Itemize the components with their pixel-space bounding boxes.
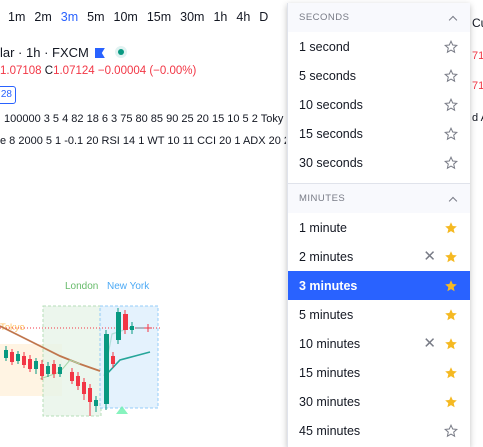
interval-option-label: 1 second xyxy=(299,39,350,54)
chevron-up-icon[interactable] xyxy=(448,13,458,23)
star-outline-icon[interactable] xyxy=(444,97,458,112)
right-title-fragment: Cu xyxy=(472,16,483,30)
symbol-legend[interactable]: lar · 1h · FXCM xyxy=(0,45,127,60)
interval-option[interactable]: 5 minutes xyxy=(288,300,470,329)
interval-option-label: 15 minutes xyxy=(299,365,361,380)
interval-4h[interactable]: 4h xyxy=(236,0,250,34)
close-label: C xyxy=(44,65,54,77)
star-outline-icon[interactable] xyxy=(444,68,458,83)
interval-3m[interactable]: 3m xyxy=(61,0,78,34)
interval-option-label: 1 minute xyxy=(299,220,347,235)
right-chart-pane[interactable]: Cu 71 71 d A xyxy=(472,0,483,447)
interval-15m[interactable]: 15m xyxy=(147,0,171,34)
collapse-chip[interactable]: 28 xyxy=(0,86,16,104)
interval-option[interactable]: 3 minutes xyxy=(288,271,470,300)
star-filled-icon[interactable] xyxy=(444,366,458,380)
interval-option-label: 10 minutes xyxy=(299,336,361,351)
interval-dropdown: SECONDS 1 second 5 seconds 10 seconds 15 se… xyxy=(287,3,470,447)
price-plot xyxy=(0,305,160,417)
interval-option-label: 30 seconds xyxy=(299,155,363,170)
indicator-params-2[interactable]: e 8 2000 5 1 -0.1 20 RSI 14 1 WT 10 11 C… xyxy=(0,135,286,147)
flag-icon xyxy=(94,48,105,58)
star-filled-icon[interactable] xyxy=(444,250,458,264)
interval-2m[interactable]: 2m xyxy=(34,0,51,34)
star-filled-icon[interactable] xyxy=(444,308,458,322)
timeframe-toolbar: 1m 2m 3m 5m 10m 15m 30m 1h 4h D xyxy=(0,0,290,34)
interval-d[interactable]: D xyxy=(259,0,268,34)
right-indicator-fragment: d A xyxy=(472,112,483,124)
chart-pane[interactable]: lar · 1h · FXCM 1.07108 C1.07124 −0.0000… xyxy=(0,34,286,447)
remove-icon[interactable]: ✕ xyxy=(423,336,436,351)
interval-option[interactable]: 30 seconds xyxy=(288,148,470,177)
star-filled-icon[interactable] xyxy=(444,395,458,409)
interval-option-label: 10 seconds xyxy=(299,97,363,112)
star-filled-icon[interactable] xyxy=(444,221,458,235)
low-value: 1.07108 xyxy=(0,65,42,77)
interval-option[interactable]: 10 seconds xyxy=(288,90,470,119)
change-value: −0.00004 (−0.00%) xyxy=(97,65,197,77)
interval-option[interactable]: 1 minute xyxy=(288,213,470,242)
section-title-seconds: SECONDS xyxy=(299,12,350,23)
star-outline-icon[interactable] xyxy=(444,423,458,438)
right-ohlc-fragment-1: 71 xyxy=(472,50,483,62)
star-outline-icon[interactable] xyxy=(444,39,458,54)
interval-option[interactable]: 45 minutes xyxy=(288,416,470,445)
interval-option[interactable]: 30 minutes xyxy=(288,387,470,416)
interval-option-label: 3 minutes xyxy=(299,278,358,293)
interval-1h[interactable]: 1h xyxy=(213,0,227,34)
star-filled-icon[interactable] xyxy=(444,337,458,351)
indicator-params-1[interactable]: 100000 3 5 4 82 18 6 3 75 80 85 90 25 20… xyxy=(4,113,283,125)
section-header-seconds[interactable]: SECONDS xyxy=(288,3,470,32)
interval-option[interactable]: 10 minutes ✕ xyxy=(288,329,470,358)
star-outline-icon[interactable] xyxy=(444,126,458,141)
star-outline-icon[interactable] xyxy=(444,155,458,170)
interval-option-label: 45 minutes xyxy=(299,423,361,438)
symbol-title: lar · 1h · FXCM xyxy=(0,45,89,60)
close-value: 1.07124 xyxy=(53,65,95,77)
interval-option-label: 30 minutes xyxy=(299,394,361,409)
interval-option[interactable]: 1 second xyxy=(288,32,470,61)
remove-icon[interactable]: ✕ xyxy=(423,249,436,264)
interval-30m[interactable]: 30m xyxy=(180,0,204,34)
interval-option-label: 5 seconds xyxy=(299,68,356,83)
interval-option[interactable]: 2 minutes ✕ xyxy=(288,242,470,271)
right-ohlc-fragment-2: 71 xyxy=(472,80,483,92)
interval-1m[interactable]: 1m xyxy=(8,0,25,34)
section-header-minutes[interactable]: MINUTES xyxy=(288,184,470,213)
interval-option-label: 2 minutes xyxy=(299,249,354,264)
interval-5m[interactable]: 5m xyxy=(87,0,104,34)
interval-option[interactable]: 15 seconds xyxy=(288,119,470,148)
market-status-icon[interactable] xyxy=(114,46,127,58)
ohlc-values: 1.07108 C1.07124 −0.00004 (−0.00%) xyxy=(0,65,196,77)
interval-option-label: 15 seconds xyxy=(299,126,363,141)
interval-option[interactable]: 5 seconds xyxy=(288,61,470,90)
interval-option-label: 5 minutes xyxy=(299,307,354,322)
section-title-minutes: MINUTES xyxy=(299,193,346,204)
star-filled-icon[interactable] xyxy=(444,279,458,293)
interval-option[interactable]: 15 minutes xyxy=(288,358,470,387)
chevron-up-icon[interactable] xyxy=(448,194,458,204)
interval-10m[interactable]: 10m xyxy=(114,0,138,34)
